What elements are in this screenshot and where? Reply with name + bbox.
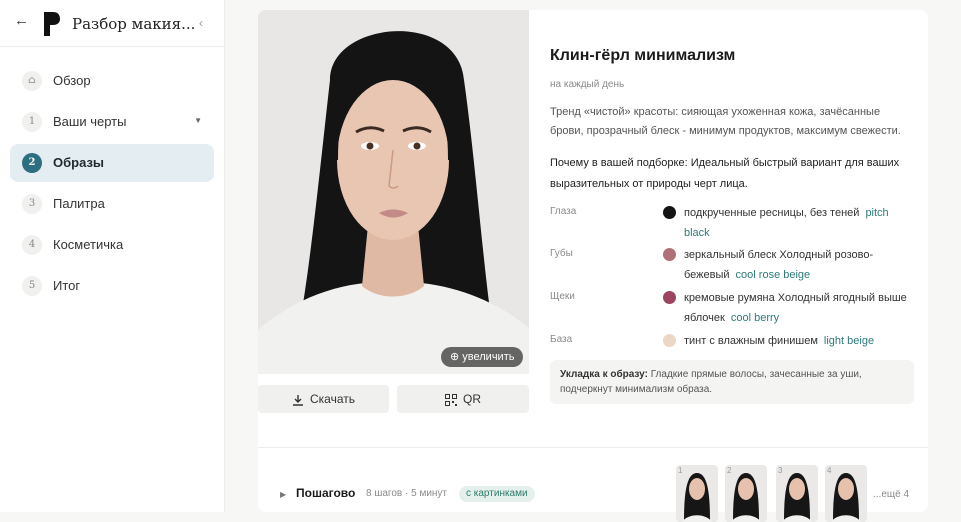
color-tag: cool rose beige (735, 269, 811, 281)
sidebar-item-label: Ваши черты (53, 114, 127, 129)
look-photo[interactable]: ⊕ увеличить (258, 10, 529, 374)
download-icon (293, 394, 303, 406)
sidebar-item-label: Образы (53, 155, 105, 170)
color-swatch (663, 248, 676, 261)
step-thumbnail[interactable]: 3 (776, 465, 818, 522)
sidebar-item-palette[interactable]: 3 Палитра (10, 185, 214, 223)
look-title: Клин-гёрл минимализм (550, 47, 736, 64)
thumbnail-number: 3 (778, 466, 783, 475)
color-swatch (663, 291, 676, 304)
download-label: Скачать (310, 392, 355, 406)
feature-label: Губы (550, 248, 573, 259)
qr-button[interactable]: QR (397, 385, 529, 413)
steps-title[interactable]: Пошагово (296, 486, 355, 500)
divider (258, 447, 928, 448)
feature-description: кремовые румяна Холодный ягодный выше яб… (684, 292, 907, 324)
sidebar-item-looks[interactable]: 2 Образы (10, 144, 214, 182)
look-card: ⊕ увеличить Скачать QR Клин-гёрл минимал… (258, 10, 928, 522)
steps-meta: 8 шагов · 5 минут (366, 488, 448, 499)
sidebar-item-label: Палитра (53, 196, 105, 211)
step-number: 4 (22, 235, 42, 255)
sidebar-item-overview[interactable]: ⌂ Обзор (10, 62, 214, 100)
step-number: 3 (22, 194, 42, 214)
sidebar: ← Разбор макия... ‹ ⌂ Обзор 1 Ваши черты… (0, 0, 225, 512)
home-icon: ⌂ (22, 71, 42, 91)
magnifier-icon: ⊕ (450, 351, 463, 363)
color-swatch (663, 334, 676, 347)
feature-description: тинт с влажным финишем (684, 335, 818, 347)
app-title: Разбор макия... (72, 15, 196, 33)
feature-label: Щеки (550, 291, 575, 302)
styling-label: Укладка к образу: (560, 369, 648, 380)
step-thumbnail[interactable]: 1 (676, 465, 718, 522)
sidebar-item-label: Обзор (53, 73, 91, 88)
feature-text: кремовые румяна Холодный ягодный выше яб… (684, 288, 914, 328)
feature-text: зеркальный блеск Холодный розово-бежевый… (684, 245, 914, 285)
qr-icon (445, 393, 457, 406)
look-description: Тренд «чистой» красоты: сияющая ухоженна… (550, 106, 901, 137)
color-tag: cool berry (730, 312, 780, 324)
sidebar-item-label: Косметичка (53, 237, 124, 252)
sidebar-item-label: Итог (53, 278, 81, 293)
caret-down-icon: ▼ (194, 116, 202, 125)
sidebar-item-cosmetics[interactable]: 4 Косметичка (10, 226, 214, 264)
look-why: Почему в вашей подборке: Идеальный быстр… (550, 157, 900, 190)
logo-icon (44, 12, 60, 36)
feature-text: подкрученные ресницы, без теней pitch bla… (684, 203, 914, 243)
styling-note: Укладка к образу: Гладкие прямые волосы,… (550, 360, 914, 404)
pictures-badge: с картинками (459, 486, 535, 502)
step-thumbnail[interactable]: 2 (725, 465, 767, 522)
collapse-chevron-icon[interactable]: ‹ (199, 16, 203, 30)
thumbnail-number: 1 (678, 466, 683, 475)
step-number: 1 (22, 112, 42, 132)
portrait-image (258, 10, 529, 374)
zoom-button[interactable]: ⊕ увеличить (441, 347, 524, 367)
thumbnail-number: 2 (727, 466, 732, 475)
feature-text: тинт с влажным финишем light beige (684, 331, 914, 351)
color-tag: light beige (823, 335, 875, 347)
qr-label: QR (463, 392, 481, 406)
thumbnail-number: 4 (827, 466, 832, 475)
step-number: 2 (22, 153, 42, 173)
sidebar-nav: ⌂ Обзор 1 Ваши черты ▼ 2 Образы 3 Палитр… (10, 62, 214, 308)
zoom-label: увеличить (462, 351, 515, 363)
step-number: 5 (22, 276, 42, 296)
more-steps-link[interactable]: ...ещё 4 (873, 489, 909, 500)
feature-label: Глаза (550, 206, 577, 217)
back-arrow-icon[interactable]: ← (14, 13, 30, 29)
color-swatch (663, 206, 676, 219)
download-button[interactable]: Скачать (258, 385, 389, 413)
expand-caret-icon[interactable]: ▶ (280, 490, 286, 499)
look-subtitle: на каждый день (550, 79, 625, 90)
sidebar-item-features[interactable]: 1 Ваши черты ▼ (10, 103, 214, 141)
feature-description: подкрученные ресницы, без теней (684, 207, 860, 219)
sidebar-item-summary[interactable]: 5 Итог (10, 267, 214, 305)
step-thumbnail[interactable]: 4 (825, 465, 867, 522)
feature-label: База (550, 334, 573, 345)
sidebar-header: ← Разбор макия... ‹ (0, 0, 224, 47)
